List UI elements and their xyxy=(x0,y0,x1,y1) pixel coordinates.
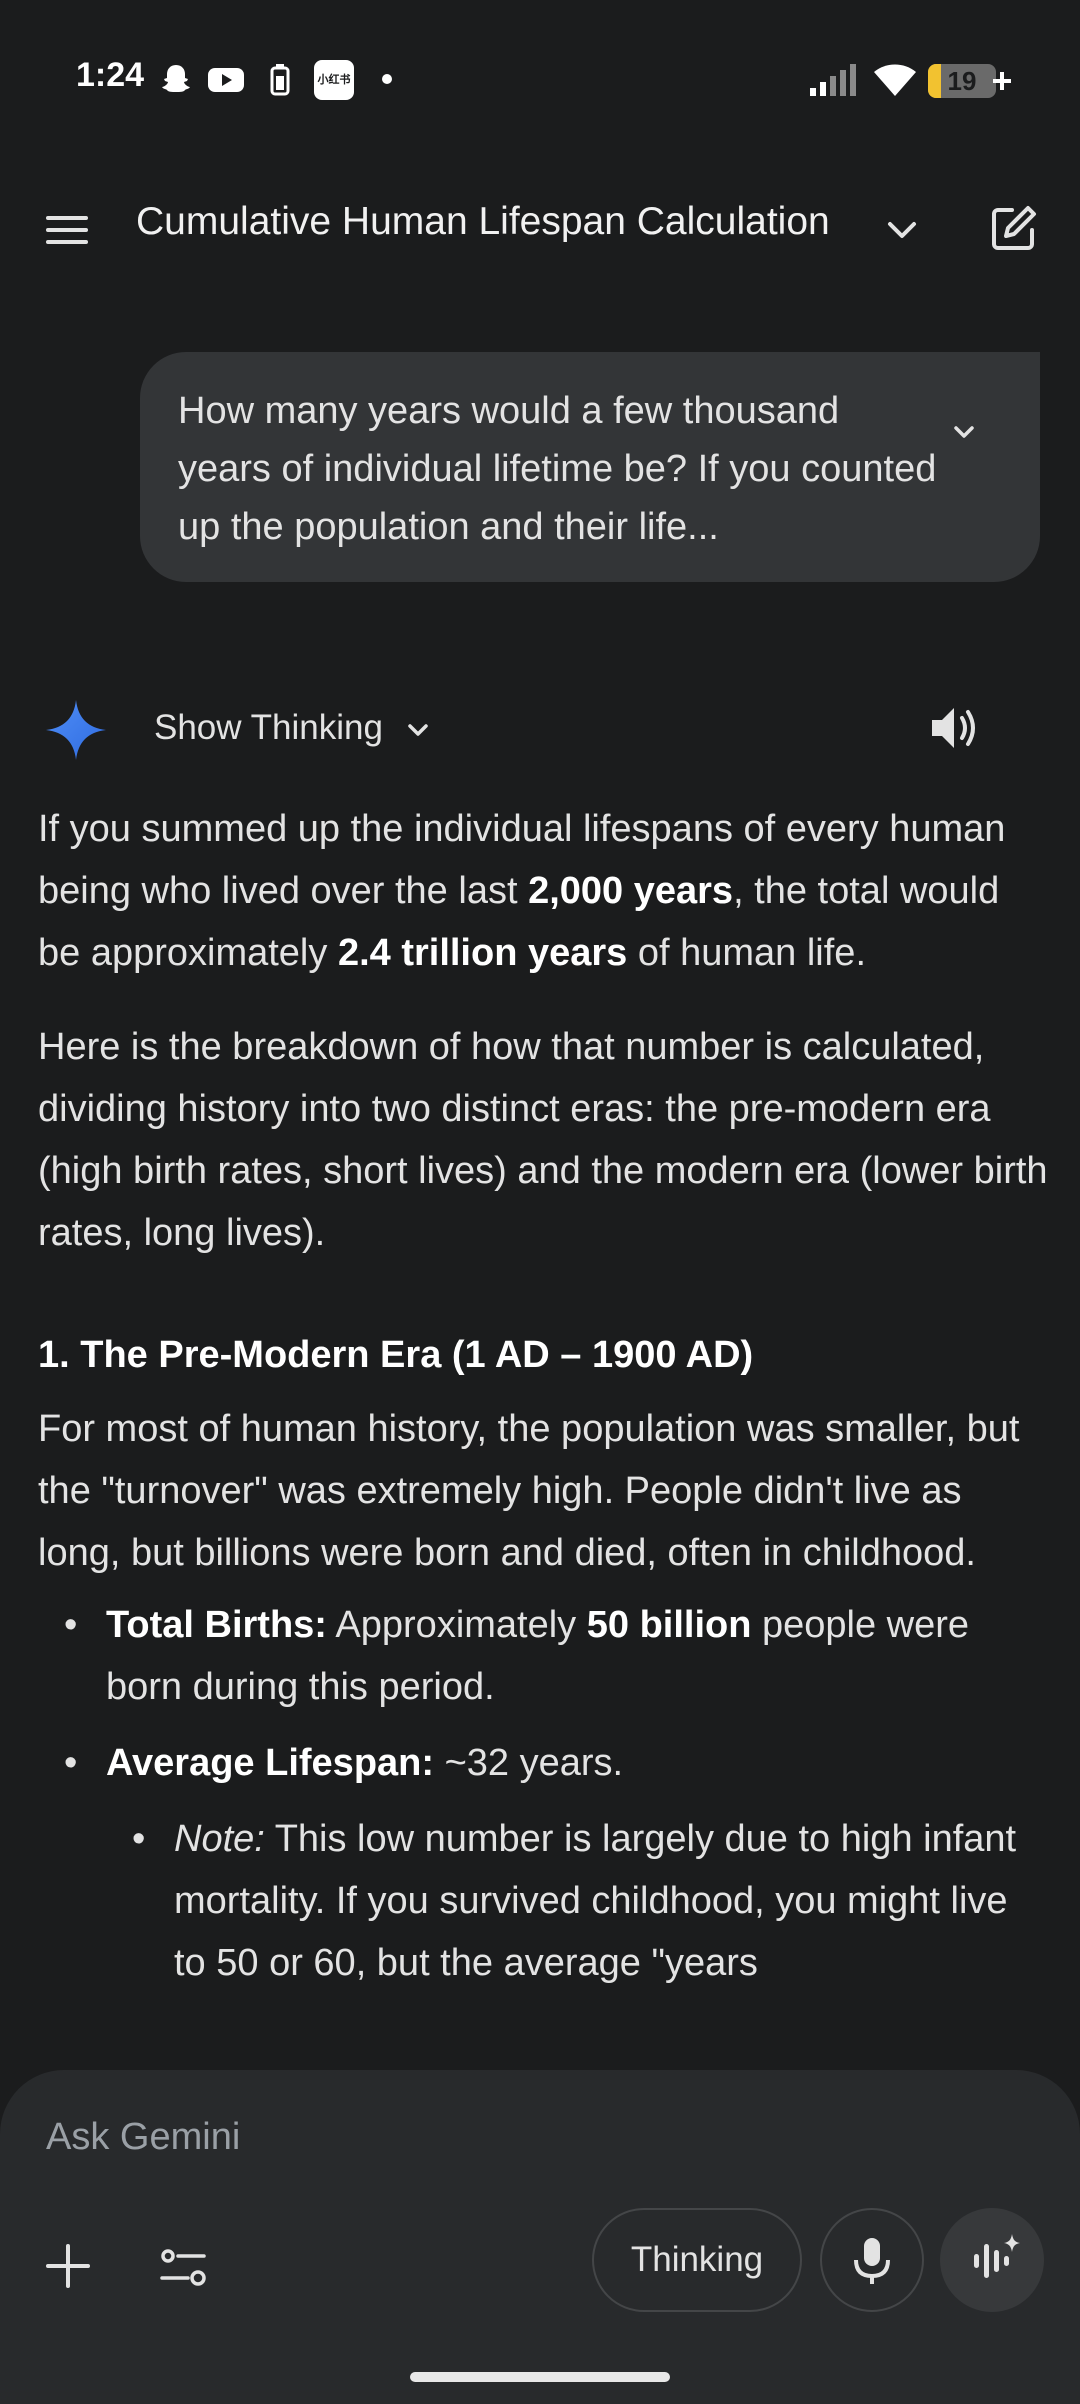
show-thinking-toggle[interactable]: Show Thinking xyxy=(154,708,383,748)
section-body: For most of human history, the populatio… xyxy=(38,1408,1020,1574)
text-run: Approximately xyxy=(326,1604,587,1646)
wifi-icon xyxy=(874,64,916,96)
bold-text: 50 billion xyxy=(586,1604,752,1646)
app-bar: Cumulative Human Lifespan Calculation xyxy=(0,180,1080,280)
notification-dot-icon xyxy=(382,74,392,84)
charging-plus-icon xyxy=(993,72,1011,90)
gemini-live-button[interactable] xyxy=(940,2208,1044,2312)
nested-bullet-list: Note: This low number is largely due to … xyxy=(106,1808,1048,1994)
bullet-label: Average Lifespan: xyxy=(106,1742,435,1784)
list-item: Note: This low number is largely due to … xyxy=(106,1808,1048,1994)
home-indicator[interactable] xyxy=(410,2372,670,2382)
list-item: Average Lifespan: ~32 years. Note: This … xyxy=(38,1732,1048,1994)
conversation-title[interactable]: Cumulative Human Lifespan Calculation xyxy=(136,200,830,244)
youtube-icon xyxy=(208,68,244,92)
add-attachment-icon[interactable] xyxy=(40,2238,96,2294)
input-panel: Thinking xyxy=(0,2070,1080,2404)
bullet-list: Total Births: Approximately 50 billion p… xyxy=(38,1594,1048,1994)
list-item: Total Births: Approximately 50 billion p… xyxy=(38,1594,1048,1718)
user-message-bubble[interactable]: How many years would a few thousand year… xyxy=(140,352,1040,582)
screen: 1:24 小红书 19 Cumulative Human Lifespan Ca… xyxy=(0,0,1080,2404)
response-paragraph-1: If you summed up the individual lifespan… xyxy=(38,798,1048,984)
menu-icon[interactable] xyxy=(40,202,96,258)
response-paragraph-2: Here is the breakdown of how that number… xyxy=(38,1026,1048,1254)
microphone-icon xyxy=(854,2238,890,2284)
bold-text: 2.4 trillion years xyxy=(337,932,628,974)
chevron-down-icon[interactable] xyxy=(880,208,924,252)
response-header: Show Thinking xyxy=(0,688,1080,768)
bold-text: 2,000 years xyxy=(528,870,734,912)
gemini-live-icon xyxy=(974,2234,1020,2278)
section-heading: 1. The Pre-Modern Era (1 AD – 1900 AD) xyxy=(38,1334,754,1376)
response-body: If you summed up the individual lifespan… xyxy=(38,798,1048,2008)
battery-indicator: 19 xyxy=(928,64,996,98)
thinking-mode-button[interactable]: Thinking xyxy=(592,2208,802,2312)
tools-icon[interactable] xyxy=(156,2240,212,2296)
battery-level: 19 xyxy=(947,66,977,96)
expand-chevron-icon[interactable] xyxy=(944,412,984,452)
chevron-down-icon[interactable] xyxy=(400,712,436,748)
note-label: Note: xyxy=(174,1818,265,1860)
battery-saver-icon xyxy=(270,64,290,96)
bullet-label: Total Births: xyxy=(106,1604,327,1646)
text-run: This low number is largely due to high i… xyxy=(174,1818,1017,1984)
xiaohongshu-icon: 小红书 xyxy=(314,60,354,100)
status-time: 1:24 xyxy=(76,56,145,94)
text-run: of human life. xyxy=(627,932,866,974)
user-message-text: How many years would a few thousand year… xyxy=(178,390,937,548)
text-run: ~32 years. xyxy=(434,1742,624,1784)
speaker-icon[interactable] xyxy=(926,702,982,754)
snapchat-icon xyxy=(162,65,190,92)
signal-icon xyxy=(810,64,856,96)
gemini-sparkle-icon xyxy=(46,700,106,760)
new-chat-edit-icon[interactable] xyxy=(988,202,1040,254)
ask-gemini-input[interactable] xyxy=(44,2096,948,2178)
status-bar: 1:24 小红书 19 xyxy=(0,0,1080,160)
microphone-button[interactable] xyxy=(820,2208,924,2312)
